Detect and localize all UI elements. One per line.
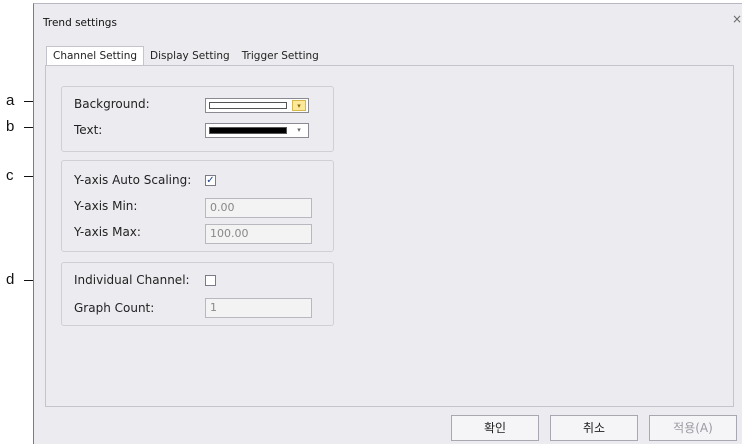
callout-c: c xyxy=(6,167,14,184)
individual-channel-checkbox[interactable] xyxy=(205,275,216,286)
tab-trigger-setting[interactable]: Trigger Setting xyxy=(236,47,325,66)
callout-b: b xyxy=(6,118,15,135)
background-color-picker[interactable]: ▾ xyxy=(205,98,309,113)
yaxis-max-field[interactable]: 100.00 xyxy=(205,224,312,244)
tab-bar: Channel Setting Display Setting Trigger … xyxy=(46,44,325,66)
background-color-swatch xyxy=(209,102,287,109)
text-color-picker[interactable]: ▾ xyxy=(205,123,309,138)
dialog-title: Trend settings xyxy=(43,17,117,29)
chevron-down-icon[interactable]: ▾ xyxy=(292,125,306,136)
tab-channel-setting[interactable]: Channel Setting xyxy=(46,46,145,66)
chevron-down-icon[interactable]: ▾ xyxy=(292,100,306,111)
yaxis-auto-scaling-label: Y-axis Auto Scaling: xyxy=(74,173,192,187)
yaxis-auto-scaling-checkbox[interactable]: ✓ xyxy=(205,175,216,186)
yaxis-max-label: Y-axis Max: xyxy=(74,225,141,239)
channel-setting-panel: Background: ▾ Text: ▾ Y-axis Auto Scalin… xyxy=(45,65,734,407)
graph-count-label: Graph Count: xyxy=(74,301,155,315)
background-label: Background: xyxy=(74,97,150,111)
tab-display-setting[interactable]: Display Setting xyxy=(144,47,236,66)
cancel-button[interactable]: 취소 xyxy=(550,415,638,441)
yaxis-group: Y-axis Auto Scaling: ✓ Y-axis Min: 0.00 … xyxy=(61,160,334,252)
text-color-swatch xyxy=(209,127,287,134)
yaxis-min-label: Y-axis Min: xyxy=(74,199,138,213)
callout-d: d xyxy=(6,271,15,288)
text-label: Text: xyxy=(74,123,103,137)
close-icon[interactable]: × xyxy=(732,12,742,26)
ok-button[interactable]: 확인 xyxy=(451,415,539,441)
yaxis-min-field[interactable]: 0.00 xyxy=(205,198,312,218)
graph-count-field[interactable]: 1 xyxy=(205,298,312,318)
trend-settings-dialog: Trend settings × Channel Setting Display… xyxy=(33,3,742,444)
callout-a: a xyxy=(6,92,15,109)
color-group: Background: ▾ Text: ▾ xyxy=(61,86,334,152)
individual-channel-label: Individual Channel: xyxy=(74,273,190,287)
channel-group: Individual Channel: Graph Count: 1 xyxy=(61,262,334,326)
apply-button[interactable]: 적용(A) xyxy=(649,415,737,441)
